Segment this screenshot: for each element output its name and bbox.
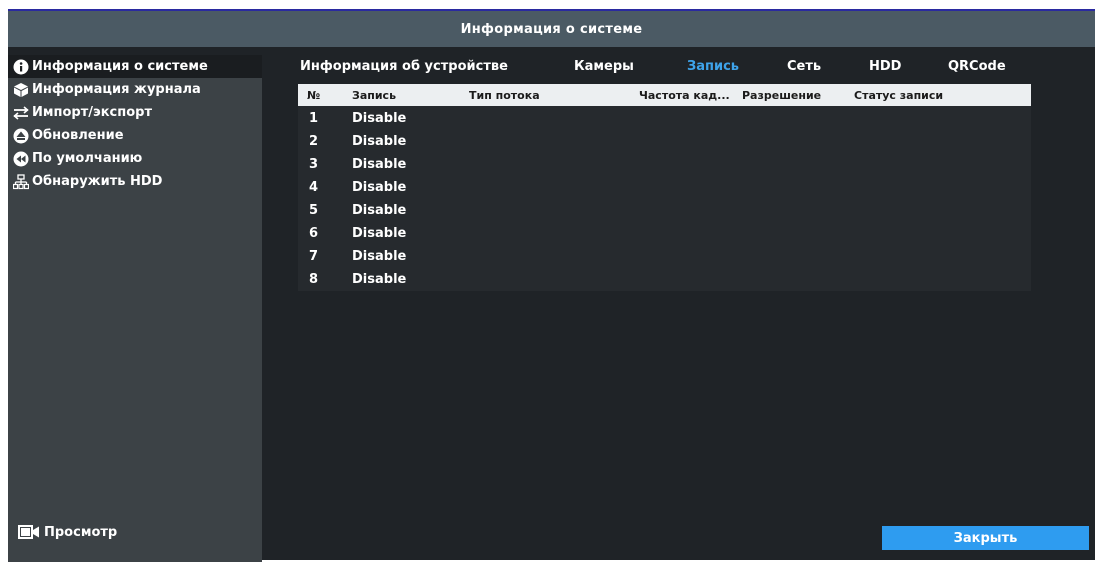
tab-network[interactable]: Сеть [787,59,821,74]
preview-button[interactable]: Просмотр [18,524,117,540]
tab-qrcode[interactable]: QRCode [948,59,1006,74]
reset-icon [12,151,30,167]
row-number: 1 [309,111,319,126]
table-row[interactable]: 1 Disable [298,107,1031,130]
sidebar-item-label: Информация журнала [32,82,201,97]
column-header-frame-rate[interactable]: Частота кад... [639,89,730,102]
row-number: 2 [309,134,319,149]
tab-device-info[interactable]: Информация об устройстве [300,59,508,74]
row-record: Disable [352,134,407,149]
row-number: 3 [309,157,319,172]
camera-icon [18,524,40,540]
sidebar-item-log-info[interactable]: Информация журнала [8,78,262,101]
preview-label: Просмотр [44,524,118,540]
sidebar-item-label: По умолчанию [32,151,143,166]
tab-hdd[interactable]: HDD [869,59,901,74]
sidebar-item-label: Обновление [32,128,124,143]
sidebar-item-defaults[interactable]: По умолчанию [8,147,262,170]
table-row[interactable]: 6 Disable [298,222,1031,245]
import-export-icon [12,105,30,121]
row-number: 8 [309,272,319,287]
row-record: Disable [352,180,407,195]
sidebar-item-label: Обнаружить HDD [32,174,163,189]
sidebar-item-update[interactable]: Обновление [8,124,262,147]
tab-cameras[interactable]: Камеры [574,59,634,74]
column-header-number[interactable]: № [307,89,320,102]
row-record: Disable [352,203,407,218]
row-record: Disable [352,157,407,172]
table-row[interactable]: 2 Disable [298,130,1031,153]
sidebar-item-detect-hdd[interactable]: Обнаружить HDD [8,170,262,193]
upload-icon [12,128,30,144]
row-record: Disable [352,111,407,126]
row-record: Disable [352,226,407,241]
row-number: 7 [309,249,319,264]
table-row[interactable]: 8 Disable [298,268,1031,291]
row-number: 6 [309,226,319,241]
network-icon [12,173,30,190]
table-body: 1 Disable 2 Disable 3 Disable 4 Disable 5 Dis… [298,107,1031,291]
record-table: № Запись Тип потока Частота кад... Разре… [298,84,1031,291]
cube-icon [12,82,30,98]
table-row[interactable]: 4 Disable [298,176,1031,199]
column-header-stream-type[interactable]: Тип потока [469,89,540,102]
row-record: Disable [352,272,407,287]
sidebar: Информация о системе Информация журнала … [8,55,262,562]
tab-record[interactable]: Запись [687,59,739,74]
row-number: 4 [309,180,319,195]
tab-bar: Информация об устройстве Камеры Запись С… [8,59,1095,79]
sidebar-item-import-export[interactable]: Импорт/экспорт [8,101,262,124]
column-header-record[interactable]: Запись [352,89,396,102]
window-titlebar: Информация о системе [8,11,1095,47]
column-header-record-status[interactable]: Статус записи [854,89,943,102]
table-row[interactable]: 7 Disable [298,245,1031,268]
sidebar-item-label: Импорт/экспорт [32,105,152,120]
close-button[interactable]: Закрыть [882,526,1089,550]
system-info-window: Информация о системе Информация о систем… [8,9,1095,562]
table-row[interactable]: 5 Disable [298,199,1031,222]
window-title: Информация о системе [460,21,643,37]
row-number: 5 [309,203,319,218]
table-row[interactable]: 3 Disable [298,153,1031,176]
row-record: Disable [352,249,407,264]
table-header: № Запись Тип потока Частота кад... Разре… [298,84,1031,106]
column-header-resolution[interactable]: Разрешение [742,89,821,102]
